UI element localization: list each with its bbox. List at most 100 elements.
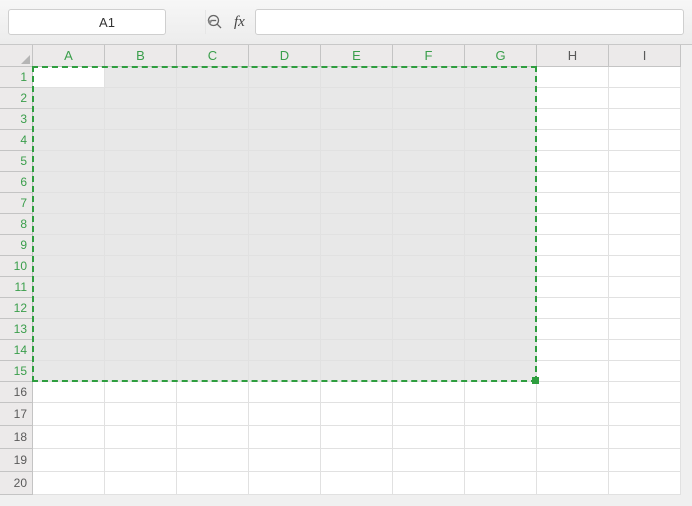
cell-E7[interactable] <box>321 193 393 214</box>
cell-A2[interactable] <box>33 88 105 109</box>
cell-G10[interactable] <box>465 256 537 277</box>
cell-B20[interactable] <box>105 472 177 495</box>
cell-D4[interactable] <box>249 130 321 151</box>
cell-D10[interactable] <box>249 256 321 277</box>
cell-D18[interactable] <box>249 426 321 449</box>
cell-H6[interactable] <box>537 172 609 193</box>
cell-H13[interactable] <box>537 319 609 340</box>
cell-H5[interactable] <box>537 151 609 172</box>
fx-label[interactable]: fx <box>232 14 247 31</box>
cell-B17[interactable] <box>105 403 177 426</box>
cell-A8[interactable] <box>33 214 105 235</box>
cell-G1[interactable] <box>465 67 537 88</box>
cell-G5[interactable] <box>465 151 537 172</box>
row-header-9[interactable]: 9 <box>0 235 33 256</box>
cell-G18[interactable] <box>465 426 537 449</box>
cell-B3[interactable] <box>105 109 177 130</box>
cell-H2[interactable] <box>537 88 609 109</box>
row-header-11[interactable]: 11 <box>0 277 33 298</box>
cell-H17[interactable] <box>537 403 609 426</box>
cell-F4[interactable] <box>393 130 465 151</box>
column-header-F[interactable]: F <box>393 45 465 67</box>
cell-F2[interactable] <box>393 88 465 109</box>
column-header-H[interactable]: H <box>537 45 609 67</box>
cell-E14[interactable] <box>321 340 393 361</box>
cell-H12[interactable] <box>537 298 609 319</box>
cell-C19[interactable] <box>177 449 249 472</box>
cell-G20[interactable] <box>465 472 537 495</box>
cell-F12[interactable] <box>393 298 465 319</box>
cell-I10[interactable] <box>609 256 681 277</box>
cell-F9[interactable] <box>393 235 465 256</box>
cell-D14[interactable] <box>249 340 321 361</box>
cell-E5[interactable] <box>321 151 393 172</box>
cell-E12[interactable] <box>321 298 393 319</box>
cell-F15[interactable] <box>393 361 465 382</box>
cell-C9[interactable] <box>177 235 249 256</box>
row-header-5[interactable]: 5 <box>0 151 33 172</box>
cell-G16[interactable] <box>465 382 537 403</box>
cell-B4[interactable] <box>105 130 177 151</box>
cell-A14[interactable] <box>33 340 105 361</box>
column-header-G[interactable]: G <box>465 45 537 67</box>
cell-A9[interactable] <box>33 235 105 256</box>
cell-F11[interactable] <box>393 277 465 298</box>
cell-C6[interactable] <box>177 172 249 193</box>
cell-H16[interactable] <box>537 382 609 403</box>
column-header-A[interactable]: A <box>33 45 105 67</box>
column-header-I[interactable]: I <box>609 45 681 67</box>
cell-H19[interactable] <box>537 449 609 472</box>
row-header-2[interactable]: 2 <box>0 88 33 109</box>
cell-C10[interactable] <box>177 256 249 277</box>
cell-I7[interactable] <box>609 193 681 214</box>
cell-G7[interactable] <box>465 193 537 214</box>
row-header-12[interactable]: 12 <box>0 298 33 319</box>
cell-F13[interactable] <box>393 319 465 340</box>
cell-D9[interactable] <box>249 235 321 256</box>
cell-H9[interactable] <box>537 235 609 256</box>
cell-G17[interactable] <box>465 403 537 426</box>
cell-E16[interactable] <box>321 382 393 403</box>
row-header-15[interactable]: 15 <box>0 361 33 382</box>
row-header-10[interactable]: 10 <box>0 256 33 277</box>
cell-D16[interactable] <box>249 382 321 403</box>
cell-H7[interactable] <box>537 193 609 214</box>
cell-I19[interactable] <box>609 449 681 472</box>
cell-I4[interactable] <box>609 130 681 151</box>
cell-I14[interactable] <box>609 340 681 361</box>
cell-I18[interactable] <box>609 426 681 449</box>
cell-A13[interactable] <box>33 319 105 340</box>
cell-G15[interactable] <box>465 361 537 382</box>
column-header-C[interactable]: C <box>177 45 249 67</box>
cell-I20[interactable] <box>609 472 681 495</box>
cell-C2[interactable] <box>177 88 249 109</box>
cell-F8[interactable] <box>393 214 465 235</box>
cell-E6[interactable] <box>321 172 393 193</box>
cell-G3[interactable] <box>465 109 537 130</box>
cell-F1[interactable] <box>393 67 465 88</box>
cell-A4[interactable] <box>33 130 105 151</box>
cell-C17[interactable] <box>177 403 249 426</box>
cell-H20[interactable] <box>537 472 609 495</box>
cell-I5[interactable] <box>609 151 681 172</box>
cell-C20[interactable] <box>177 472 249 495</box>
cell-D19[interactable] <box>249 449 321 472</box>
cell-G14[interactable] <box>465 340 537 361</box>
cell-F7[interactable] <box>393 193 465 214</box>
cell-A15[interactable] <box>33 361 105 382</box>
cell-D5[interactable] <box>249 151 321 172</box>
cell-G2[interactable] <box>465 88 537 109</box>
column-header-D[interactable]: D <box>249 45 321 67</box>
cell-E3[interactable] <box>321 109 393 130</box>
cell-D11[interactable] <box>249 277 321 298</box>
cell-F14[interactable] <box>393 340 465 361</box>
cell-B19[interactable] <box>105 449 177 472</box>
name-box-dropdown[interactable]: ▼ <box>205 10 214 34</box>
cell-G19[interactable] <box>465 449 537 472</box>
cell-G11[interactable] <box>465 277 537 298</box>
cell-F10[interactable] <box>393 256 465 277</box>
cell-C4[interactable] <box>177 130 249 151</box>
cell-G13[interactable] <box>465 319 537 340</box>
cell-B15[interactable] <box>105 361 177 382</box>
cell-G12[interactable] <box>465 298 537 319</box>
